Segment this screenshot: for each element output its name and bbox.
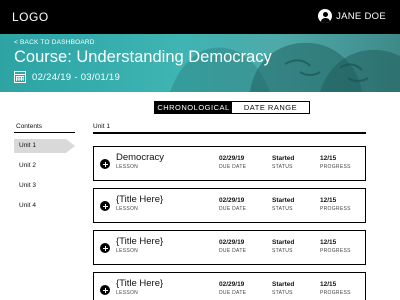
lesson-type: LESSON [116, 290, 139, 296]
progress-label: PROGRESS [320, 164, 351, 170]
progress-label: PROGRESS [320, 206, 351, 212]
lesson-title: {Title Here} [116, 194, 164, 205]
contents-divider [14, 132, 75, 133]
due-date-label: DUE DATE [219, 164, 247, 170]
lesson-type: LESSON [116, 206, 139, 212]
status-value: Started [272, 281, 295, 288]
status-value: Started [272, 155, 295, 162]
lesson-title: {Title Here} [116, 278, 164, 289]
progress-value: 12/15 [320, 239, 337, 246]
date-range-text: 02/24/19 - 03/01/19 [32, 71, 121, 83]
unit-heading: Unit 1 [93, 123, 110, 130]
expand-plus-icon[interactable] [100, 159, 110, 169]
lesson-card[interactable]: {Title Here} LESSON 02/29/19 DUE DATE St… [93, 272, 366, 300]
status-value: Started [272, 239, 295, 246]
view-mode-toggle: CHRONOLOGICAL DATE RANGE [154, 101, 310, 114]
status-value: Started [272, 197, 295, 204]
calendar-icon [14, 71, 26, 83]
tab-chronological[interactable]: CHRONOLOGICAL [155, 102, 232, 113]
due-date-label: DUE DATE [219, 290, 247, 296]
course-hero-banner: < BACK TO DASHBOARD Course: Understandin… [0, 34, 400, 92]
expand-plus-icon[interactable] [100, 201, 110, 211]
due-date-value: 02/29/19 [219, 155, 245, 162]
due-date-value: 02/29/19 [219, 281, 245, 288]
sidebar-item-unit-1[interactable]: Unit 1 [14, 139, 75, 153]
tab-date-range[interactable]: DATE RANGE [232, 102, 309, 113]
expand-plus-icon[interactable] [100, 243, 110, 253]
page-title: Course: Understanding Democracy [14, 48, 272, 66]
lesson-type: LESSON [116, 164, 139, 170]
sidebar-item-unit-2[interactable]: Unit 2 [14, 159, 75, 173]
sidebar-item-unit-3[interactable]: Unit 3 [14, 179, 75, 193]
back-to-dashboard-link[interactable]: < BACK TO DASHBOARD [14, 39, 95, 46]
lesson-title: {Title Here} [116, 236, 164, 247]
status-label: STATUS [272, 248, 293, 254]
unit-divider [93, 132, 366, 134]
user-circle-icon [318, 9, 333, 23]
due-date-label: DUE DATE [219, 248, 247, 254]
contents-heading: Contents [16, 123, 43, 130]
sidebar-item-unit-4[interactable]: Unit 4 [14, 199, 75, 213]
progress-value: 12/15 [320, 281, 337, 288]
progress-label: PROGRESS [320, 290, 351, 296]
expand-plus-icon[interactable] [100, 285, 110, 295]
due-date-value: 02/29/19 [219, 197, 245, 204]
due-date-label: DUE DATE [219, 206, 247, 212]
status-label: STATUS [272, 206, 293, 212]
status-label: STATUS [272, 164, 293, 170]
progress-value: 12/15 [320, 197, 337, 204]
top-navigation-bar: LOGO JANE DOE [0, 0, 400, 34]
lesson-card[interactable]: {Title Here} LESSON 02/29/19 DUE DATE St… [93, 188, 366, 223]
status-label: STATUS [272, 290, 293, 296]
lesson-title: Democracy [116, 152, 165, 163]
user-name: JANE DOE [336, 10, 386, 22]
due-date-value: 02/29/19 [219, 239, 245, 246]
course-date-range: 02/24/19 - 03/01/19 [14, 71, 120, 83]
logo[interactable]: LOGO [12, 10, 49, 24]
progress-label: PROGRESS [320, 248, 351, 254]
user-menu[interactable]: JANE DOE [318, 9, 386, 23]
lesson-type: LESSON [116, 248, 139, 254]
progress-value: 12/15 [320, 155, 337, 162]
lesson-card[interactable]: Democracy LESSON 02/29/19 DUE DATE Start… [93, 146, 366, 181]
lesson-card[interactable]: {Title Here} LESSON 02/29/19 DUE DATE St… [93, 230, 366, 265]
